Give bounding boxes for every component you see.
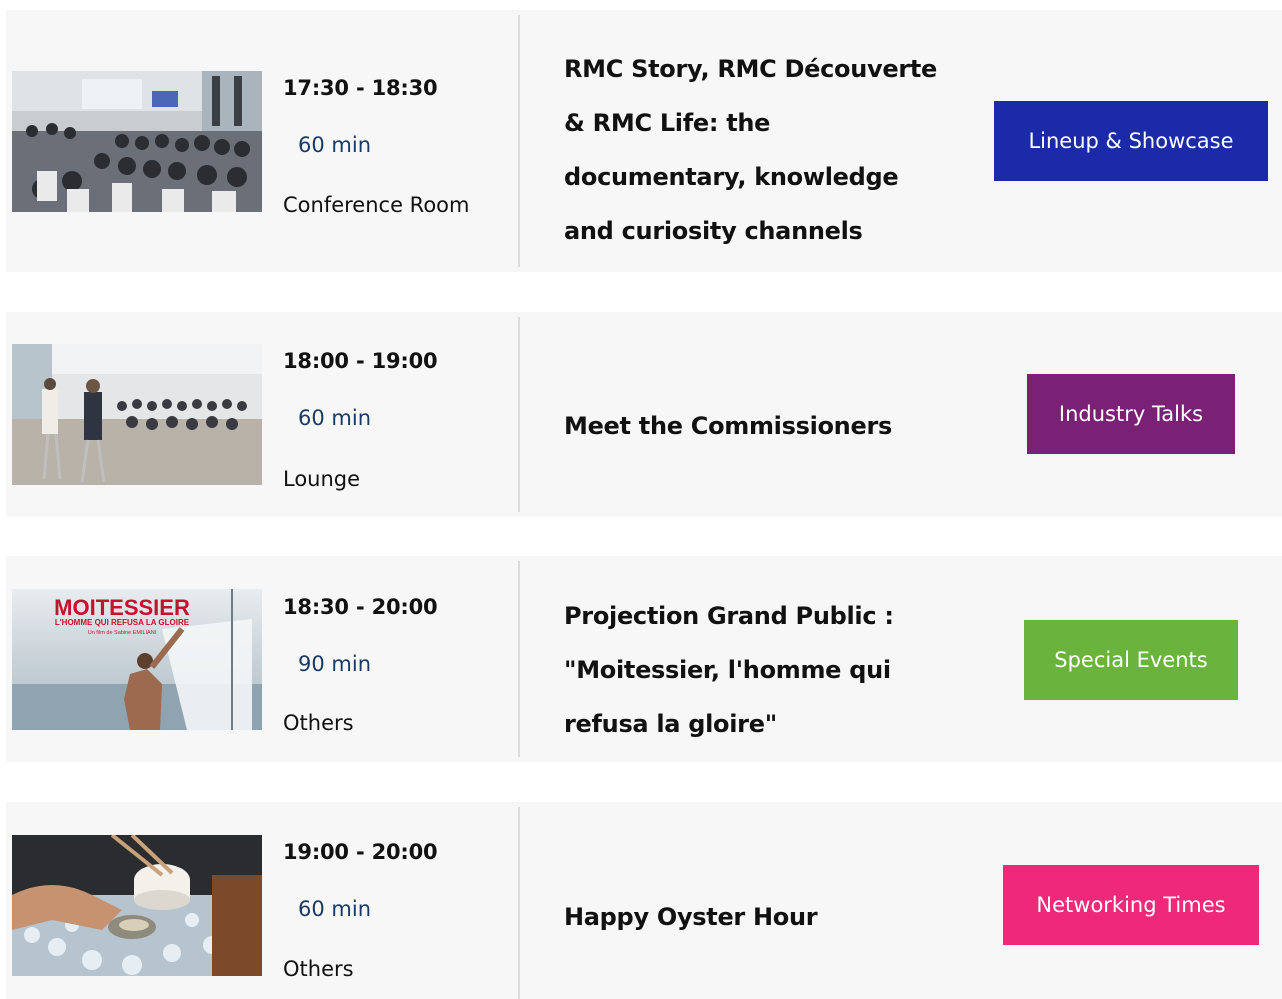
oyster-photo xyxy=(12,835,262,976)
session-room: Conference Room xyxy=(283,193,470,217)
session-duration: 60 min xyxy=(298,133,371,157)
lounge-talk-photo xyxy=(12,344,262,485)
session-thumbnail[interactable] xyxy=(12,344,262,485)
divider xyxy=(518,15,520,267)
session-room: Lounge xyxy=(283,467,361,491)
session-row: MOITESSIER L'HOMME QUI REFUSA LA GLOIRE … xyxy=(6,556,1282,762)
session-row: 17:30 - 18:30 60 min Conference Room RMC… xyxy=(6,10,1282,272)
category-tag[interactable]: Special Events xyxy=(1024,620,1238,700)
session-title[interactable]: Happy Oyster Hour xyxy=(564,890,954,944)
poster-subtitle: L'HOMME QUI REFUSA LA GLOIRE xyxy=(55,618,190,627)
session-duration: 90 min xyxy=(298,652,371,676)
session-thumbnail[interactable] xyxy=(12,835,262,976)
session-room: Others xyxy=(283,711,354,735)
session-row: 19:00 - 20:00 60 min Others Happy Oyster… xyxy=(6,802,1282,999)
session-time: 18:30 - 20:00 xyxy=(283,595,438,619)
category-tag[interactable]: Industry Talks xyxy=(1027,374,1235,454)
session-thumbnail[interactable]: MOITESSIER L'HOMME QUI REFUSA LA GLOIRE … xyxy=(12,589,262,730)
session-title[interactable]: Projection Grand Public : "Moitessier, l… xyxy=(564,589,954,751)
divider xyxy=(518,807,520,999)
session-title[interactable]: Meet the Commissioners xyxy=(564,399,954,453)
session-time: 17:30 - 18:30 xyxy=(283,76,438,100)
session-time: 18:00 - 19:00 xyxy=(283,349,438,373)
session-title[interactable]: RMC Story, RMC Découverte & RMC Life: th… xyxy=(564,42,954,258)
session-thumbnail[interactable] xyxy=(12,71,262,212)
session-row: 18:00 - 19:00 60 min Lounge Meet the Com… xyxy=(6,312,1282,517)
category-tag[interactable]: Lineup & Showcase xyxy=(994,101,1268,181)
poster-title: MOITESSIER xyxy=(54,595,190,620)
divider xyxy=(518,561,520,757)
session-room: Others xyxy=(283,957,354,981)
session-duration: 60 min xyxy=(298,406,371,430)
conference-photo xyxy=(12,71,262,212)
moitessier-poster: MOITESSIER L'HOMME QUI REFUSA LA GLOIRE … xyxy=(12,589,262,730)
category-tag[interactable]: Networking Times xyxy=(1003,865,1259,945)
poster-credit: Un film de Sabine EMILIANI xyxy=(88,630,157,636)
divider xyxy=(518,317,520,512)
session-duration: 60 min xyxy=(298,897,371,921)
session-time: 19:00 - 20:00 xyxy=(283,840,438,864)
